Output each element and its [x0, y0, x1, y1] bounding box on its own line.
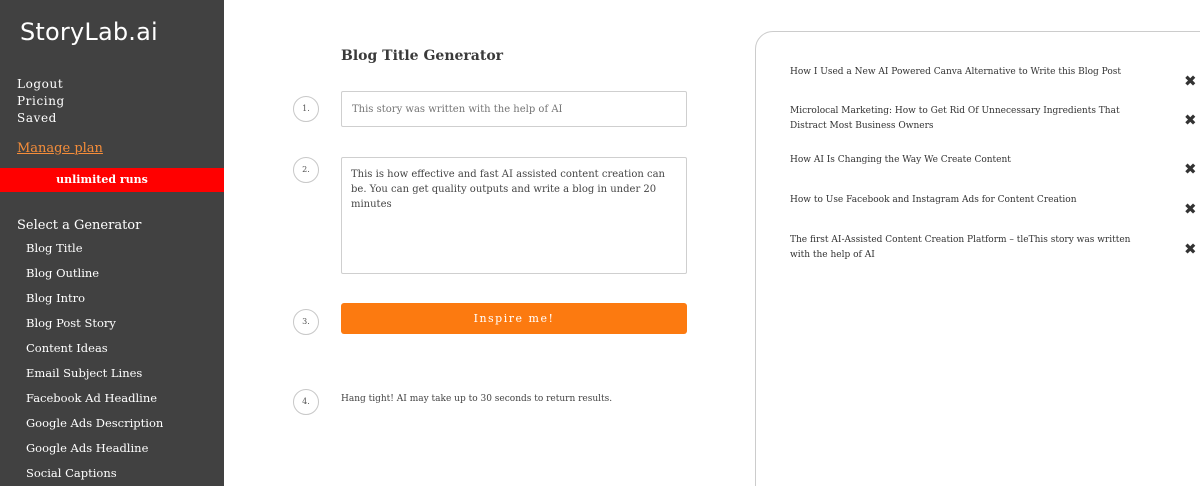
- generator-email-subject-lines[interactable]: Email Subject Lines: [26, 365, 163, 390]
- generator-google-ads-description[interactable]: Google Ads Description: [26, 415, 163, 440]
- generator-social-captions[interactable]: Social Captions: [26, 465, 163, 486]
- generator-blog-title[interactable]: Blog Title: [26, 240, 163, 265]
- inspire-me-button[interactable]: Inspire me!: [341, 303, 687, 334]
- generator-blog-intro[interactable]: Blog Intro: [26, 290, 163, 315]
- result-item[interactable]: How I Used a New AI Powered Canva Altern…: [790, 65, 1150, 80]
- step-1-badge: 1.: [293, 96, 319, 122]
- wait-message: Hang tight! AI may take up to 30 seconds…: [341, 394, 613, 404]
- page-title: Blog Title Generator: [341, 48, 504, 64]
- account-links: Logout Pricing Saved: [17, 76, 65, 127]
- sidebar: StoryLab.ai Logout Pricing Saved Manage …: [0, 0, 224, 486]
- manage-plan-link[interactable]: Manage plan: [17, 141, 103, 156]
- result-item[interactable]: The first AI-Assisted Content Creation P…: [790, 233, 1150, 263]
- generator-blog-post-story[interactable]: Blog Post Story: [26, 315, 163, 340]
- description-textarea[interactable]: This is how effective and fast AI assist…: [341, 157, 687, 274]
- step-2-badge: 2.: [293, 157, 319, 183]
- unlimited-runs-badge: unlimited runs: [0, 168, 224, 192]
- results-panel: How I Used a New AI Powered Canva Altern…: [755, 31, 1200, 486]
- pricing-link[interactable]: Pricing: [17, 93, 65, 110]
- result-item[interactable]: Microlocal Marketing: How to Get Rid Of …: [790, 104, 1150, 134]
- blog-title-input[interactable]: [341, 91, 687, 127]
- step-4-badge: 4.: [293, 389, 319, 415]
- result-item[interactable]: How to Use Facebook and Instagram Ads fo…: [790, 193, 1150, 208]
- saved-link[interactable]: Saved: [17, 110, 65, 127]
- generator-facebook-ad-headline[interactable]: Facebook Ad Headline: [26, 390, 163, 415]
- logout-link[interactable]: Logout: [17, 76, 65, 93]
- generator-blog-outline[interactable]: Blog Outline: [26, 265, 163, 290]
- storylab-logo[interactable]: StoryLab.ai: [20, 18, 158, 46]
- step-3-badge: 3.: [293, 309, 319, 335]
- close-icon[interactable]: ✖: [1184, 113, 1197, 128]
- select-generator-heading: Select a Generator: [17, 218, 142, 233]
- close-icon[interactable]: ✖: [1184, 74, 1197, 89]
- generator-content-ideas[interactable]: Content Ideas: [26, 340, 163, 365]
- generator-list: Blog Title Blog Outline Blog Intro Blog …: [26, 240, 163, 486]
- close-icon[interactable]: ✖: [1184, 202, 1197, 217]
- result-item[interactable]: How AI Is Changing the Way We Create Con…: [790, 153, 1150, 168]
- close-icon[interactable]: ✖: [1184, 162, 1197, 177]
- close-icon[interactable]: ✖: [1184, 242, 1197, 257]
- generator-google-ads-headline[interactable]: Google Ads Headline: [26, 440, 163, 465]
